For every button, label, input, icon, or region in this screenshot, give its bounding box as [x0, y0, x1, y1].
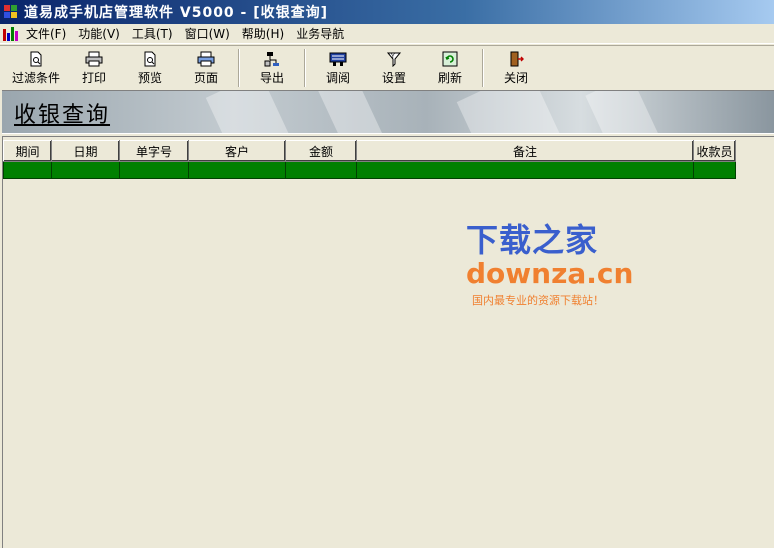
svg-text:Y: Y: [390, 53, 395, 60]
toolbar-separator: [482, 49, 484, 87]
print-button[interactable]: 打印: [66, 46, 122, 86]
table-cell[interactable]: [51, 161, 120, 179]
printer-icon: [85, 51, 103, 67]
table-row[interactable]: [3, 161, 736, 179]
menu-help[interactable]: 帮助(H): [236, 25, 290, 42]
filter-button[interactable]: 过滤条件: [6, 46, 66, 86]
close-button[interactable]: 关闭: [488, 46, 544, 86]
toolbar-separator: [304, 49, 306, 87]
data-table: 期间 日期 单字号 客户 金额 备注 收款员: [3, 140, 736, 179]
chart-bars-icon[interactable]: [2, 26, 20, 42]
settings-funnel-icon: Y: [385, 51, 403, 67]
column-header-doc-number[interactable]: 单字号: [119, 140, 189, 162]
table-cell[interactable]: [285, 161, 357, 179]
column-header-date[interactable]: 日期: [51, 140, 120, 162]
menu-business-nav[interactable]: 业务导航: [290, 25, 350, 42]
menu-window[interactable]: 窗口(W): [179, 25, 236, 42]
window-title: 道易成手机店管理软件 V5000 - [收银查询]: [24, 5, 329, 21]
title-bar[interactable]: 道易成手机店管理软件 V5000 - [收银查询]: [0, 0, 774, 24]
column-header-cashier[interactable]: 收款员: [693, 140, 736, 162]
toolbar-separator: [238, 49, 240, 87]
table-cell[interactable]: [693, 161, 736, 179]
page-header-banner: 收银查询: [2, 90, 774, 134]
app-icon: [4, 5, 18, 19]
column-header-amount[interactable]: 金额: [285, 140, 357, 162]
exit-door-icon: [507, 51, 525, 67]
toolbar: 过滤条件 打印 预览 页面 导出 调阅 Y 设置 刷新 关闭: [0, 45, 774, 89]
column-header-remarks[interactable]: 备注: [356, 140, 694, 162]
menu-bar: 文件(F) 功能(V) 工具(T) 窗口(W) 帮助(H) 业务导航: [0, 24, 774, 44]
menu-tools[interactable]: 工具(T): [126, 25, 179, 42]
table-cell[interactable]: [356, 161, 694, 179]
watermark: 下载之家 downza.cn 国内最专业的资源下载站！: [466, 221, 634, 308]
table-cell[interactable]: [188, 161, 286, 179]
menu-function[interactable]: 功能(V): [72, 25, 126, 42]
table-cell[interactable]: [3, 161, 52, 179]
menu-file[interactable]: 文件(F): [24, 25, 72, 42]
export-icon: [263, 51, 281, 67]
page-setup-button[interactable]: 页面: [178, 46, 234, 86]
watermark-en: downza.cn: [466, 257, 634, 290]
browse-icon: [329, 51, 347, 67]
refresh-button[interactable]: 刷新: [422, 46, 478, 86]
column-header-period[interactable]: 期间: [3, 140, 52, 162]
preview-doc-icon: [141, 51, 159, 67]
watermark-tagline: 国内最专业的资源下载站！: [472, 294, 604, 307]
refresh-icon: [441, 51, 459, 67]
filter-doc-icon: [27, 51, 45, 67]
table-cell[interactable]: [119, 161, 189, 179]
preview-button[interactable]: 预览: [122, 46, 178, 86]
settings-button[interactable]: Y 设置: [366, 46, 422, 86]
column-header-customer[interactable]: 客户: [188, 140, 286, 162]
results-grid[interactable]: 期间 日期 单字号 客户 金额 备注 收款员: [2, 136, 774, 548]
table-header-row: 期间 日期 单字号 客户 金额 备注 收款员: [3, 140, 736, 162]
watermark-cn: 下载之家: [466, 221, 599, 259]
page-title: 收银查询: [14, 103, 111, 128]
page-setup-icon: [197, 51, 215, 67]
export-button[interactable]: 导出: [244, 46, 300, 86]
browse-button[interactable]: 调阅: [310, 46, 366, 86]
